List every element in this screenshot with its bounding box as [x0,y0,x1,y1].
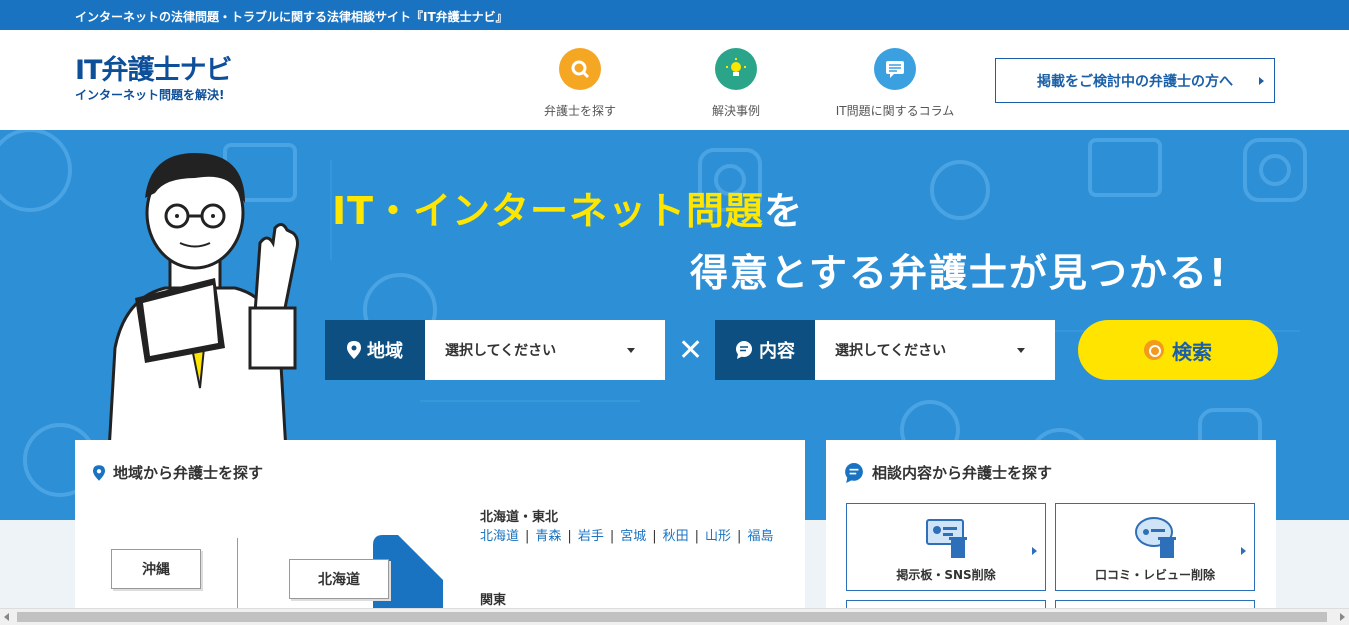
chat-bubble-icon [874,48,916,90]
chevron-right-icon [1032,547,1037,555]
site-logo[interactable]: IT弁護士ナビ [75,48,232,87]
category-search-panel: 相談内容から弁護士を探す 掲示板・SNS削除 口コミ・レビュー削除 [826,440,1276,625]
nav-find-lawyer-label: 弁護士を探す [543,104,616,118]
review-delete-icon [1135,517,1176,558]
category-card-review[interactable]: 口コミ・レビュー削除 [1055,503,1255,591]
nav-find-lawyer[interactable]: 弁護士を探す [505,48,655,119]
hero-headline-line2: 得意とする弁護士が見つかる! [690,251,1229,295]
category-panel-title-text: 相談内容から弁護士を探す [872,464,1053,482]
region-label: 地域 [325,320,425,380]
region-label-text: 地域 [367,341,403,362]
region-heading-hokkaido-tohoku: 北海道・東北 [480,510,559,525]
chevron-right-icon [1241,547,1246,555]
top-info-bar: インターネットの法律問題・トラブルに関する法律相談サイト『IT弁護士ナビ』 [0,0,1349,30]
region-select[interactable]: 選択してください [425,320,665,380]
board-delete-icon [926,519,967,558]
region-panel-title-text: 地域から弁護士を探す [113,464,264,482]
category-card-review-label: 口コミ・レビュー削除 [1094,568,1215,582]
category-panel-title: 相談内容から弁護士を探す [844,462,1052,483]
pref-link-miyagi[interactable]: 宮城 [620,529,646,544]
scroll-left-arrow-icon[interactable] [4,613,9,621]
content-select[interactable]: 選択してください [815,320,1055,380]
pref-link-iwate[interactable]: 岩手 [578,529,604,544]
chat-bubble-icon [736,341,752,359]
content-label: 内容 [715,320,815,380]
horizontal-scrollbar[interactable] [0,608,1349,625]
content-select-value: 選択してください [835,343,947,359]
lightbulb-icon [715,48,757,90]
hero-headline-line1-rest: を [764,189,804,233]
search-icon [559,48,601,90]
prefecture-link-list: 北海道 | 青森 | 岩手 | 宮城 | 秋田 | 山形 | 福島 [480,529,774,544]
chat-bubble-icon [845,462,863,483]
region-hokkaido-button[interactable]: 北海道 [289,559,389,599]
lawyer-listing-cta-button[interactable]: 掲載をご検討中の弁護士の方へ [995,58,1275,103]
search-button[interactable]: 検索 [1078,320,1278,380]
hero-headline-line1: IT・インターネット問題を [332,180,803,235]
map-pin-icon [93,464,105,481]
content-label-text: 内容 [759,341,795,362]
pref-link-hokkaido[interactable]: 北海道 [480,529,519,544]
site-logo-subtitle: インターネット問題を解決! [75,88,225,102]
map-pin-icon [347,341,361,359]
search-button-label: 検索 [1172,339,1212,364]
map-divider [237,538,238,608]
pref-link-aomori[interactable]: 青森 [535,529,561,544]
cta-label: 掲載をご検討中の弁護士の方へ [1037,73,1233,90]
region-heading-kanto: 関東 [480,593,507,608]
site-header: IT弁護士ナビ インターネット問題を解決! 弁護士を探す 解決事例 IT問題に関… [0,30,1349,130]
search-icon [1144,340,1164,360]
site-tagline: インターネットの法律問題・トラブルに関する法律相談サイト『IT弁護士ナビ』 [75,10,508,24]
dropdown-arrow-icon [627,348,635,353]
category-card-board-sns-label: 掲示板・SNS削除 [896,568,996,582]
region-okinawa-button[interactable]: 沖縄 [111,549,201,589]
scrollbar-thumb[interactable] [17,612,1327,622]
pref-link-akita[interactable]: 秋田 [663,529,689,544]
region-select-value: 選択してください [445,343,557,359]
nav-columns[interactable]: IT問題に関するコラム [820,48,970,119]
nav-case-studies[interactable]: 解決事例 [661,48,811,119]
dropdown-arrow-icon [1017,348,1025,353]
scroll-right-arrow-icon[interactable] [1340,613,1345,621]
content-search-group: 内容 選択してください [715,320,1055,380]
category-card-board-sns[interactable]: 掲示板・SNS削除 [846,503,1046,591]
pref-link-fukushima[interactable]: 福島 [747,529,773,544]
nav-columns-label: IT問題に関するコラム [835,104,955,118]
hero-headline-highlight: IT・インターネット問題 [332,189,765,233]
region-search-group: 地域 選択してください [325,320,665,380]
times-icon: ✕ [678,333,704,368]
region-panel-title: 地域から弁護士を探す [93,462,263,483]
chevron-right-icon [1259,77,1264,85]
region-search-panel: 地域から弁護士を探す 沖縄 北海道 北海道・東北 北海道 | 青森 | 岩手 | 宮城 | 秋田… [75,440,805,625]
pref-link-yamagata[interactable]: 山形 [705,529,731,544]
nav-case-studies-label: 解決事例 [711,104,760,118]
